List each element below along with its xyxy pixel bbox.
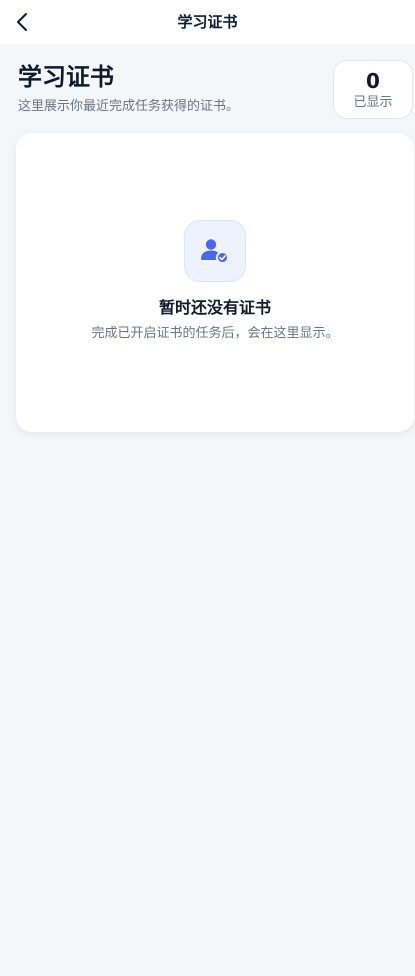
certificate-count-card: 0 已显示 bbox=[333, 60, 413, 119]
empty-state-card: 暂时还没有证书 完成已开启证书的任务后，会在这里显示。 bbox=[16, 133, 414, 432]
empty-state-title: 暂时还没有证书 bbox=[158, 298, 271, 317]
empty-state-icon-box bbox=[184, 220, 246, 282]
nav-title: 学习证书 bbox=[177, 13, 238, 31]
empty-state-description: 完成已开启证书的任务后，会在这里显示。 bbox=[91, 326, 339, 341]
certificate-count-value: 0 bbox=[366, 69, 380, 93]
page-title: 学习证书 bbox=[18, 63, 114, 91]
page-header: 学习证书 这里展示你最近完成任务获得的证书。 bbox=[18, 60, 318, 116]
nav-bar: 学习证书 bbox=[0, 0, 415, 44]
user-check-icon bbox=[201, 239, 229, 264]
page-subtitle: 这里展示你最近完成任务获得的证书。 bbox=[18, 99, 240, 114]
certificate-count-label: 已显示 bbox=[353, 95, 393, 110]
